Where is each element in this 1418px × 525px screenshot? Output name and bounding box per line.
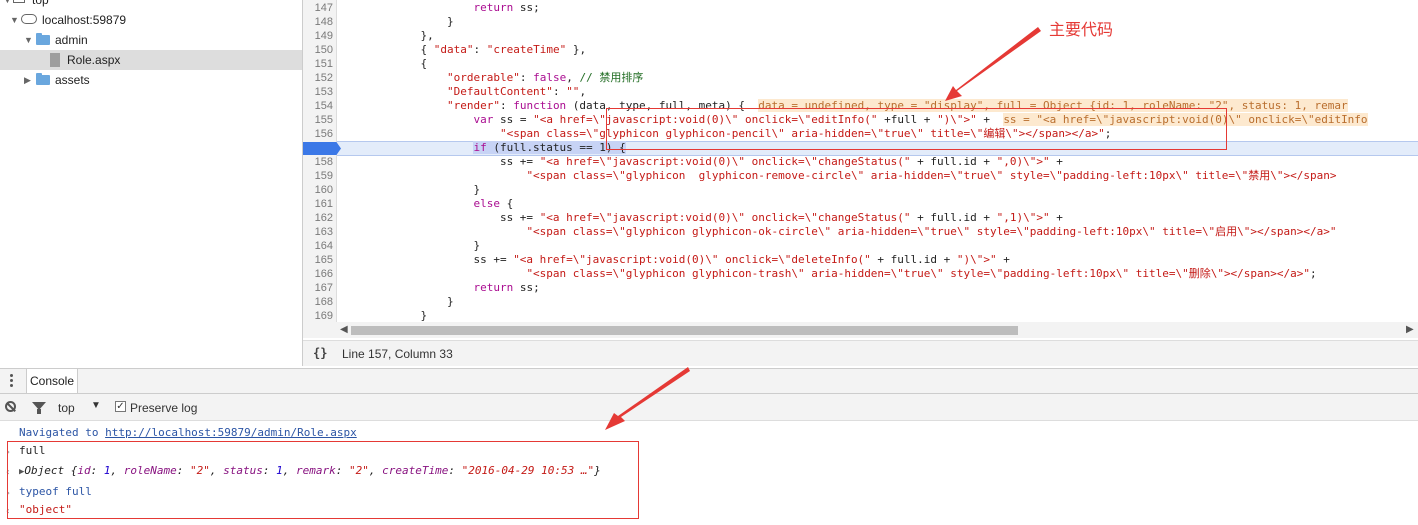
line-number[interactable]: 154 bbox=[315, 99, 333, 113]
code-line[interactable]: "<span class=\"glyphicon glyphicon-remov… bbox=[341, 169, 1336, 183]
code-line[interactable]: ss += "<a href=\"javascript:void(0)\" on… bbox=[341, 211, 1063, 225]
tree-item-top[interactable]: ▼ top bbox=[0, 0, 302, 10]
line-number[interactable]: 151 bbox=[315, 57, 333, 71]
chevron-down-icon[interactable]: ▼ bbox=[24, 30, 33, 50]
annotation-label: 主要代码 bbox=[1049, 20, 1114, 39]
horizontal-scrollbar[interactable]: ◀ ▶ bbox=[303, 322, 1418, 338]
line-number[interactable]: 160 bbox=[315, 183, 333, 197]
console-navigated-message: Navigated to http://localhost:59879/admi… bbox=[19, 424, 357, 442]
file-icon bbox=[50, 53, 60, 67]
line-number[interactable]: 166 bbox=[315, 267, 333, 281]
code-line[interactable]: else { bbox=[341, 197, 513, 211]
more-menu-icon[interactable] bbox=[5, 373, 17, 389]
annotation-box-console bbox=[7, 441, 639, 519]
code-line[interactable]: } bbox=[341, 295, 454, 309]
code-content[interactable]: return ss; } }, { "data": "createTime" }… bbox=[341, 0, 1418, 326]
code-line[interactable]: } bbox=[341, 183, 480, 197]
code-line[interactable]: "orderable": false, // 禁用排序 bbox=[341, 71, 643, 85]
tree-footer bbox=[0, 340, 302, 366]
breakpoint-marker[interactable] bbox=[303, 142, 341, 155]
tree-item-label: Role.aspx bbox=[67, 53, 121, 67]
tree-item-label: assets bbox=[55, 73, 90, 87]
pretty-print-button[interactable]: {} bbox=[313, 346, 327, 360]
tab-console[interactable]: Console bbox=[26, 369, 78, 393]
tree-item-label: localhost:59879 bbox=[42, 13, 127, 27]
preserve-log-label[interactable]: Preserve log bbox=[130, 401, 197, 415]
line-number[interactable]: 164 bbox=[315, 239, 333, 253]
line-number[interactable]: 153 bbox=[315, 85, 333, 99]
line-number-gutter[interactable]: 1471481491501511521531541551561571581591… bbox=[303, 0, 337, 336]
line-number[interactable]: 167 bbox=[315, 281, 333, 295]
line-number[interactable]: 158 bbox=[315, 155, 333, 169]
scroll-left-icon[interactable]: ◀ bbox=[340, 324, 348, 335]
tree-item-label: admin bbox=[55, 33, 88, 47]
folder-icon bbox=[36, 33, 50, 45]
scroll-right-icon[interactable]: ▶ bbox=[1406, 324, 1414, 335]
chevron-down-icon[interactable]: ▼ bbox=[91, 400, 101, 411]
code-line[interactable]: return ss; bbox=[341, 281, 539, 295]
tree-item-assets[interactable]: ▶ assets bbox=[0, 70, 302, 90]
code-line[interactable]: if (full.status == 1) { bbox=[341, 141, 626, 155]
line-number[interactable]: 155 bbox=[315, 113, 333, 127]
code-editor[interactable]: 1471481491501511521531541551561571581591… bbox=[303, 0, 1418, 340]
cloud-icon bbox=[21, 14, 37, 24]
line-number[interactable]: 156 bbox=[315, 127, 333, 141]
tree-item-admin[interactable]: ▼ admin bbox=[0, 30, 302, 50]
code-line[interactable]: } bbox=[341, 239, 480, 253]
annotation-box-code bbox=[606, 108, 1227, 150]
code-line[interactable]: "<span class=\"glyphicon glyphicon-ok-ci… bbox=[341, 225, 1336, 239]
folder-icon bbox=[36, 73, 50, 85]
chevron-down-icon[interactable]: ▼ bbox=[10, 10, 19, 30]
file-tree: ▼ top ▼ localhost:59879 ▼ admin Role.asp… bbox=[0, 0, 303, 366]
line-number[interactable]: 161 bbox=[315, 197, 333, 211]
line-number[interactable]: 152 bbox=[315, 71, 333, 85]
frame-icon bbox=[13, 0, 25, 3]
line-number[interactable]: 159 bbox=[315, 169, 333, 183]
tree-item-role-aspx[interactable]: Role.aspx bbox=[0, 50, 302, 70]
line-number[interactable]: 162 bbox=[315, 211, 333, 225]
chevron-right-icon[interactable]: ▶ bbox=[24, 70, 31, 90]
clear-console-icon[interactable] bbox=[5, 401, 16, 412]
line-number[interactable]: 147 bbox=[315, 1, 333, 15]
cursor-position: Line 157, Column 33 bbox=[342, 347, 453, 361]
code-line[interactable]: } bbox=[341, 309, 427, 323]
chevron-down-icon[interactable]: ▼ bbox=[3, 0, 12, 10]
drawer-tab-bar: Console bbox=[0, 368, 1418, 394]
tree-item-localhost[interactable]: ▼ localhost:59879 bbox=[0, 10, 302, 30]
line-number[interactable]: 150 bbox=[315, 43, 333, 57]
line-number[interactable]: 148 bbox=[315, 15, 333, 29]
navigated-prefix: Navigated to bbox=[19, 426, 106, 439]
code-line[interactable]: "<span class=\"glyphicon glyphicon-trash… bbox=[341, 267, 1316, 281]
code-line[interactable]: "DefaultContent": "", bbox=[341, 85, 586, 99]
scrollbar-thumb[interactable] bbox=[351, 326, 1018, 335]
code-line[interactable]: return ss; bbox=[341, 1, 539, 15]
filter-icon[interactable] bbox=[32, 402, 46, 414]
line-number[interactable]: 169 bbox=[315, 309, 333, 323]
code-line[interactable]: ss += "<a href=\"javascript:void(0)\" on… bbox=[341, 155, 1063, 169]
navigated-url-link[interactable]: http://localhost:59879/admin/Role.aspx bbox=[105, 426, 357, 439]
code-line[interactable]: } bbox=[341, 15, 454, 29]
editor-status-bar: {} Line 157, Column 33 bbox=[303, 340, 1418, 366]
code-line[interactable]: { bbox=[341, 57, 427, 71]
tree-item-label: top bbox=[32, 0, 49, 7]
line-number[interactable]: 163 bbox=[315, 225, 333, 239]
line-number[interactable]: 149 bbox=[315, 29, 333, 43]
code-line[interactable]: { "data": "createTime" }, bbox=[341, 43, 586, 57]
line-number[interactable]: 168 bbox=[315, 295, 333, 309]
console-toolbar: top ▼ ✓ Preserve log bbox=[0, 394, 1418, 421]
context-select[interactable]: top bbox=[58, 401, 75, 415]
preserve-log-checkbox[interactable]: ✓ bbox=[115, 401, 126, 412]
code-line[interactable]: ss += "<a href=\"javascript:void(0)\" on… bbox=[341, 253, 1009, 267]
line-number[interactable]: 165 bbox=[315, 253, 333, 267]
code-line[interactable]: }, bbox=[341, 29, 433, 43]
